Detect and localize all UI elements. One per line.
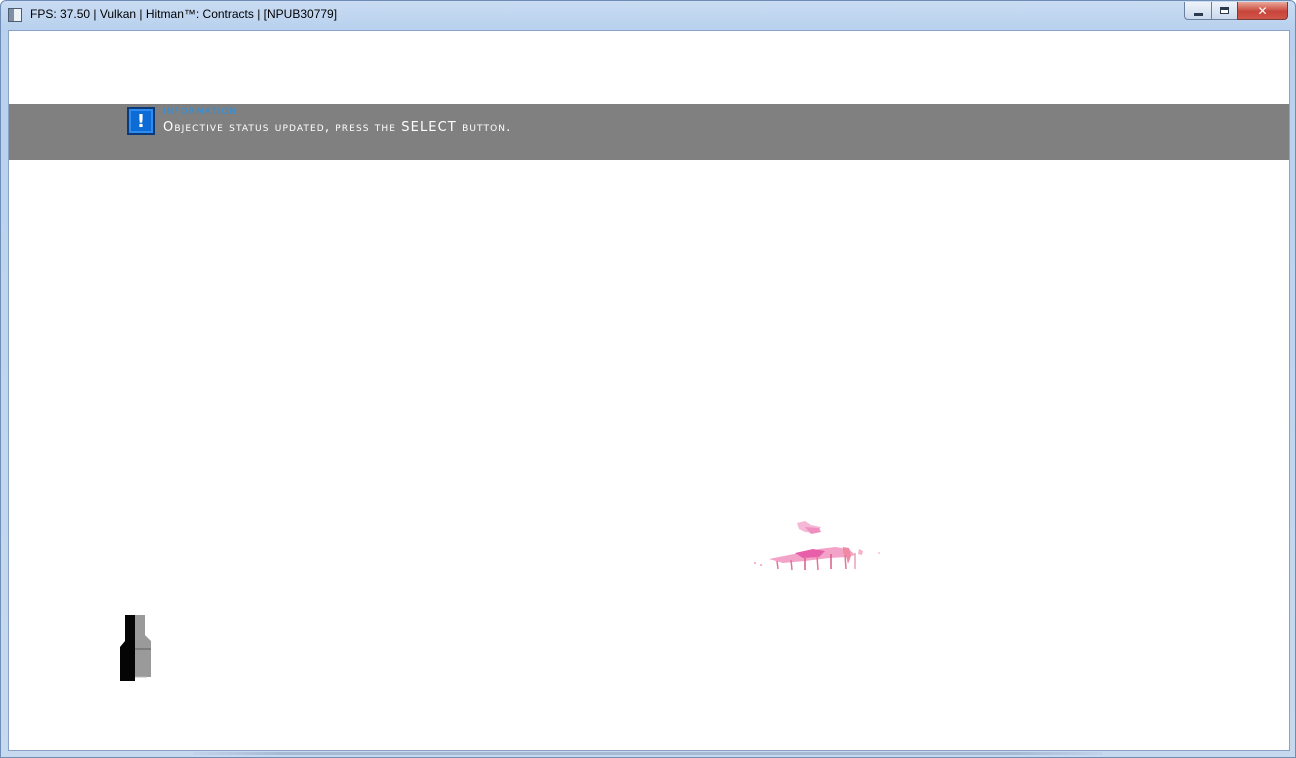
minimize-button[interactable] (1184, 2, 1211, 20)
exclamation-icon: ! (127, 107, 155, 135)
maximize-button[interactable] (1211, 2, 1237, 20)
render-glitch-artifact (120, 615, 151, 681)
bottom-edge-highlight (193, 752, 1103, 755)
close-icon: ✕ (1257, 3, 1268, 18)
close-button[interactable]: ✕ (1237, 2, 1288, 20)
render-glitch-artifact (754, 521, 880, 571)
caption-buttons: ✕ (1184, 2, 1288, 21)
title-bar[interactable]: FPS: 37.50 | Vulkan | Hitman™: Contracts… (1, 1, 1295, 30)
notification-message: Objective status updated, press the SELE… (163, 120, 512, 135)
notification-banner: ! INFORMATION Objective status updated, … (9, 104, 1289, 160)
game-viewport[interactable]: ! INFORMATION Objective status updated, … (8, 30, 1290, 751)
app-window-icon[interactable] (8, 8, 22, 22)
notification-heading: INFORMATION (163, 107, 238, 117)
window-title: FPS: 37.50 | Vulkan | Hitman™: Contracts… (30, 7, 338, 21)
window-bottom-edge (8, 751, 1290, 757)
minimize-icon (1193, 12, 1203, 16)
maximize-icon (1220, 7, 1229, 14)
emulator-window: FPS: 37.50 | Vulkan | Hitman™: Contracts… (0, 0, 1296, 758)
